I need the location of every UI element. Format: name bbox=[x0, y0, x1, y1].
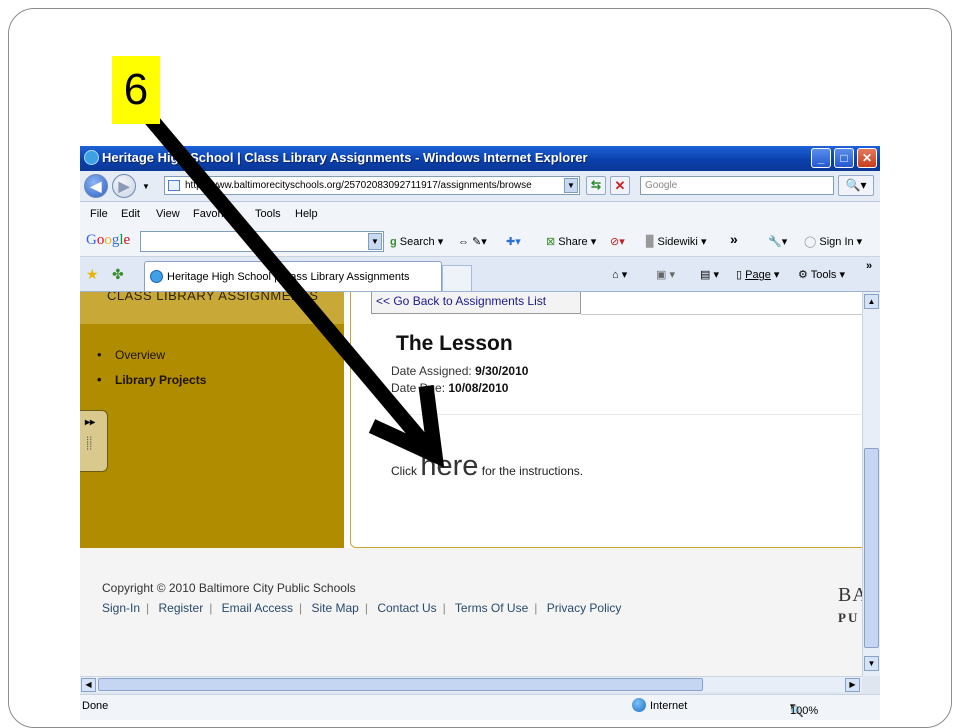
step-number-badge: 6 bbox=[112, 56, 160, 124]
arrow-shaft bbox=[144, 113, 434, 453]
